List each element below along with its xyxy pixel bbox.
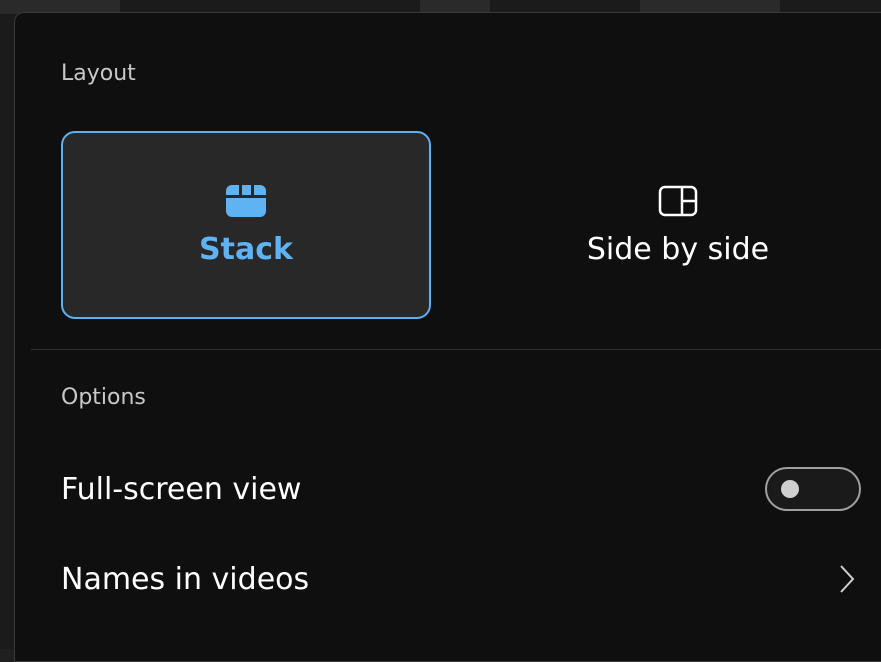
full-screen-view-label: Full-screen view [61, 471, 302, 507]
full-screen-view-row[interactable]: Full-screen view [61, 459, 861, 519]
toggle-knob [781, 480, 799, 498]
names-in-videos-label: Names in videos [61, 561, 310, 597]
side-by-side-layout-icon [656, 183, 700, 219]
section-divider [31, 349, 881, 350]
names-in-videos-row[interactable]: Names in videos [61, 549, 861, 609]
layout-option-side-by-side[interactable]: Side by side [493, 131, 863, 319]
chevron-right-icon [833, 559, 861, 599]
layout-section-title: Layout [61, 61, 136, 86]
layout-option-label: Stack [199, 232, 293, 267]
stack-layout-icon [224, 183, 268, 219]
view-settings-panel: Layout Stack Side by side Options Full-s… [14, 12, 881, 662]
options-section-title: Options [61, 385, 146, 410]
full-screen-view-toggle[interactable] [765, 467, 861, 511]
layout-option-label: Side by side [586, 232, 770, 267]
layout-option-stack[interactable]: Stack [61, 131, 431, 319]
